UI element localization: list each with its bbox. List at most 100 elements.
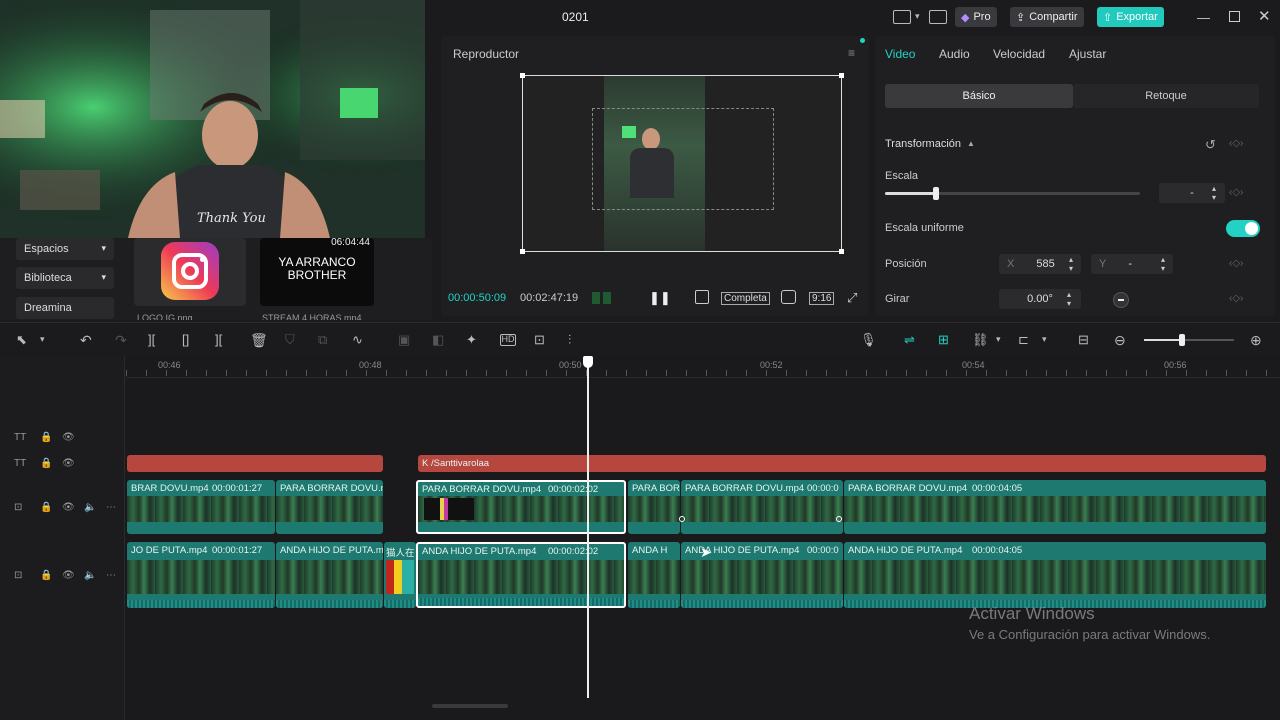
video-clip[interactable]: PARA BOR	[628, 480, 680, 534]
layout-icon[interactable]	[893, 10, 911, 24]
pro-button[interactable]: ◆ Pro	[955, 7, 997, 27]
video-clip[interactable]: PARA BORRAR DOVU.mp4 00:00:0	[681, 480, 843, 534]
keyframe-icon[interactable]: ‹◇›	[1229, 258, 1243, 269]
nav-dreamina[interactable]: Dreamina	[16, 297, 114, 319]
tab-ajustar[interactable]: Ajustar	[1069, 47, 1106, 61]
preview-canvas[interactable]	[520, 73, 844, 254]
keyframe-icon[interactable]: ‹◇›	[1229, 138, 1243, 149]
more-icon[interactable]: ⋯	[106, 502, 116, 513]
more-icon[interactable]: ⋯	[106, 570, 116, 581]
lock-icon[interactable]: 🔒	[40, 570, 52, 581]
screenshot-icon[interactable]	[781, 290, 796, 304]
share-button[interactable]: ⇪ Compartir	[1010, 7, 1084, 27]
media-card-logo[interactable]	[134, 238, 246, 306]
rotate-dial[interactable]	[1113, 292, 1129, 308]
video-clip[interactable]: PARA BORRAR DOVU.mp4 00:00:04:05	[844, 480, 1266, 534]
select-cursor-icon[interactable]: ⬉	[16, 332, 32, 348]
nav-biblioteca[interactable]: Biblioteca ▾	[16, 267, 114, 289]
export-button[interactable]: ⇧ Exportar	[1097, 7, 1164, 27]
link-icon[interactable]: ⛓	[972, 332, 989, 348]
playhead-handle[interactable]	[583, 356, 593, 368]
video-clip-selected[interactable]: PARA BORRAR DOVU.mp4 00:00:02:02	[416, 480, 626, 534]
eye-icon[interactable]: 👁	[62, 458, 75, 469]
keyframe-dot[interactable]	[836, 516, 842, 522]
zoom-out-icon[interactable]: ⊖	[1114, 332, 1130, 348]
redo-icon[interactable]: ↷	[115, 332, 131, 348]
main-clip[interactable]: 猫人在	[384, 542, 416, 608]
eye-icon[interactable]: 👁	[62, 502, 75, 513]
shield-icon[interactable]: ⛉	[285, 332, 301, 348]
video-clip[interactable]: BRAR DOVU.mp4 00:00:01:27	[127, 480, 275, 534]
tab-audio[interactable]: Audio	[939, 47, 970, 61]
delete-icon[interactable]: 🗑	[250, 332, 268, 348]
menu-icon[interactable]: ≡	[848, 46, 855, 60]
time-ruler[interactable]: 00:46 00:48 00:50 00:52 00:54 00:56	[126, 356, 1280, 378]
ratio-button[interactable]: 9:16	[809, 292, 835, 305]
slider-knob[interactable]	[933, 187, 939, 200]
zoom-in-icon[interactable]: ⊕	[1250, 332, 1266, 348]
chevron-down-icon[interactable]: ▾	[40, 334, 56, 350]
mirror-icon[interactable]: ◧	[432, 332, 448, 348]
lock-icon[interactable]: 🔒	[40, 432, 52, 443]
scale-slider[interactable]	[885, 187, 1140, 200]
undo-icon[interactable]: ↶	[80, 332, 96, 348]
tiktok-icon[interactable]	[695, 290, 709, 304]
horizontal-scrollbar[interactable]	[432, 704, 508, 708]
text-clip[interactable]: K /Santtivarolaa	[418, 455, 1266, 472]
stepper-icon[interactable]: ▴ ▾	[1069, 255, 1073, 273]
hd-icon[interactable]: HD	[500, 334, 516, 346]
caption-icon[interactable]: ⊟	[1078, 332, 1094, 348]
tab-video[interactable]: Video	[885, 47, 915, 61]
subtab-retoque[interactable]: Retoque	[1073, 84, 1259, 108]
split-icon[interactable]: ][	[148, 332, 164, 348]
nav-espacios[interactable]: Espacios ▾	[16, 238, 114, 260]
media-card-stream[interactable]: 06:04:44 YA ARRANCO BROTHER	[260, 238, 374, 306]
main-clip[interactable]: JO DE PUTA.mp4 00:00:01:27	[127, 542, 275, 608]
main-clip-selected[interactable]: ANDA HIJO DE PUTA.mp4 00:00:02:02	[416, 542, 626, 608]
magic-wand-icon[interactable]: ✦	[466, 332, 482, 348]
magnet-link-icon[interactable]: ⇌	[904, 332, 920, 348]
section-transformacion[interactable]: Transformación	[885, 138, 961, 150]
quality-button[interactable]: Completa	[721, 292, 770, 305]
minimize-icon[interactable]: —	[1197, 10, 1210, 25]
slider-knob[interactable]	[1178, 334, 1185, 346]
video-clip[interactable]: PARA BORRAR DOVU.mp4	[276, 480, 383, 534]
stepper-icon[interactable]: ▴ ▾	[1161, 255, 1165, 273]
selection-box[interactable]	[592, 108, 774, 210]
lock-icon[interactable]: 🔒	[40, 502, 52, 513]
keyframe-dot[interactable]	[679, 516, 685, 522]
playhead[interactable]	[587, 362, 589, 698]
subtab-basico[interactable]: Básico	[885, 84, 1073, 108]
chevron-down-icon[interactable]: ▾	[1042, 334, 1058, 350]
main-clip[interactable]: ANDA H	[628, 542, 680, 608]
keyframe-icon[interactable]: ‹◇›	[1229, 187, 1243, 198]
speaker-icon[interactable]: 🔈	[84, 570, 96, 581]
main-clip[interactable]: ANDA HIJO DE PUTA.m	[276, 542, 383, 608]
main-clip[interactable]: ANDA HIJO DE PUTA.mp4 00:00:04:05	[844, 542, 1266, 608]
split-right-icon[interactable]: ][	[215, 332, 231, 348]
freeze-icon[interactable]: ▣	[398, 332, 414, 348]
eye-icon[interactable]: 👁	[62, 570, 75, 581]
maximize-icon[interactable]	[1229, 11, 1240, 22]
eye-icon[interactable]: 👁	[62, 432, 75, 443]
split-left-icon[interactable]: []	[182, 332, 198, 348]
chevron-down-icon[interactable]: ▾	[996, 334, 1012, 350]
chevron-down-icon[interactable]: ▾	[915, 11, 920, 22]
close-icon[interactable]: ✕	[1258, 7, 1271, 25]
fullscreen-icon[interactable]: ⤢	[847, 290, 857, 306]
preview-axis-icon[interactable]: ⊏	[1018, 332, 1034, 348]
audio-split-icon[interactable]: ⫶	[568, 332, 584, 348]
speed-curve-icon[interactable]: ∿	[352, 332, 368, 348]
microphone-icon[interactable]: 🎙	[860, 332, 877, 348]
reset-icon[interactable]: ↺	[1205, 137, 1216, 153]
stepper-icon[interactable]: ▴ ▾	[1212, 184, 1216, 202]
keyframe-icon[interactable]: ‹◇›	[1229, 293, 1243, 304]
tab-velocidad[interactable]: Velocidad	[993, 47, 1045, 61]
zoom-slider[interactable]	[1144, 334, 1234, 346]
crop-icon[interactable]: ⧉	[318, 332, 334, 348]
uniform-scale-toggle[interactable]	[1226, 220, 1260, 237]
pause-button[interactable]: ❚❚	[649, 290, 671, 306]
export-frame-icon[interactable]: ⊡	[534, 332, 550, 348]
text-clip[interactable]	[127, 455, 383, 472]
stepper-icon[interactable]: ▴ ▾	[1067, 290, 1071, 308]
